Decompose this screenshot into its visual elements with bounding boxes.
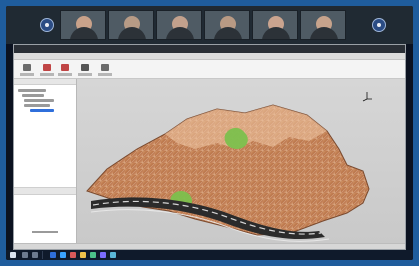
browser-icon[interactable] — [50, 252, 56, 258]
export-icon — [61, 64, 69, 71]
video-call-strip — [6, 6, 413, 44]
mail-icon[interactable] — [60, 252, 66, 258]
terrain-model[interactable] — [77, 79, 405, 243]
participant-tile[interactable] — [108, 10, 154, 40]
3d-viewport[interactable] — [77, 79, 405, 243]
panel-header — [14, 79, 76, 85]
taskbar-clock[interactable] — [376, 250, 406, 260]
properties-header — [14, 187, 76, 195]
status-bar — [14, 243, 405, 249]
next-participants-button[interactable] — [372, 18, 386, 32]
tree-item-selected[interactable] — [30, 109, 54, 112]
folder-icon — [23, 64, 31, 71]
open-button[interactable] — [20, 62, 34, 76]
tree-item[interactable] — [18, 89, 46, 92]
participant-tile[interactable] — [204, 10, 250, 40]
search-icon[interactable] — [22, 252, 28, 258]
tree-item[interactable] — [22, 94, 44, 97]
properties-content — [32, 231, 58, 233]
screen-content — [6, 6, 413, 260]
participant-tile[interactable] — [300, 10, 346, 40]
app-icon[interactable] — [110, 252, 116, 258]
settings-icon — [101, 64, 109, 71]
app-titlebar — [14, 45, 405, 53]
media-icon[interactable] — [70, 252, 76, 258]
start-icon[interactable] — [10, 252, 16, 258]
tree-item[interactable] — [24, 99, 54, 102]
tools-icon — [81, 64, 89, 71]
files-icon[interactable] — [80, 252, 86, 258]
shared-app-window — [13, 44, 406, 250]
chevron-right-icon — [377, 23, 381, 27]
os-taskbar — [6, 250, 413, 260]
project-tree-panel — [14, 79, 77, 243]
ribbon-toolbar — [14, 60, 405, 79]
participant-tile[interactable] — [60, 10, 106, 40]
import-button[interactable] — [40, 62, 54, 76]
tools-button[interactable] — [78, 62, 92, 76]
axis-gizmo — [362, 92, 372, 102]
participant-tile[interactable] — [156, 10, 202, 40]
import-icon — [43, 64, 51, 71]
taskbar-separator — [42, 251, 43, 259]
previous-participants-button[interactable] — [40, 18, 54, 32]
participant-tile[interactable] — [252, 10, 298, 40]
export-button[interactable] — [58, 62, 72, 76]
app-icon[interactable] — [90, 252, 96, 258]
chevron-left-icon — [45, 23, 49, 27]
tree-item[interactable] — [24, 104, 50, 107]
settings-button[interactable] — [98, 62, 112, 76]
app-icon[interactable] — [100, 252, 106, 258]
screen-frame — [0, 0, 419, 266]
ribbon-tabs — [14, 53, 405, 60]
task-view-icon[interactable] — [32, 252, 38, 258]
